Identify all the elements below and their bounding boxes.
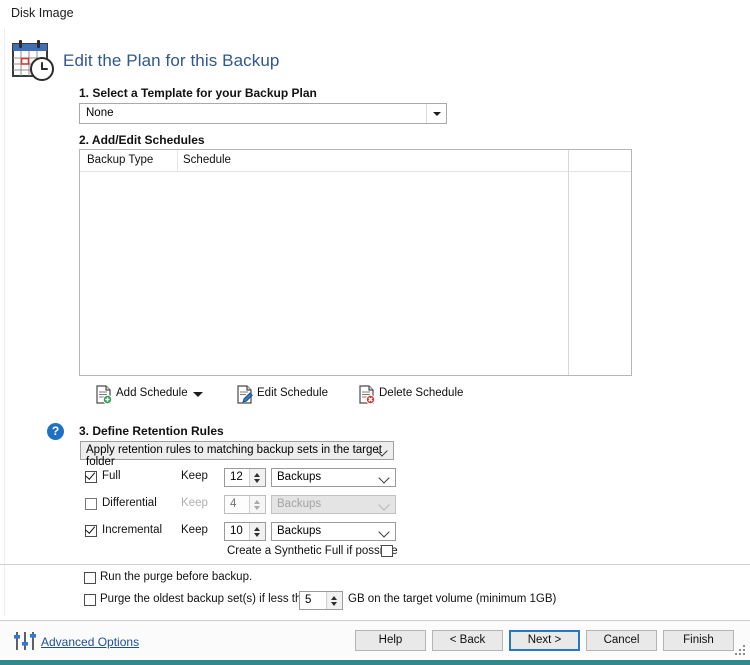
full-keep-label: Keep (181, 470, 208, 482)
document-add-icon (94, 385, 113, 405)
template-combobox[interactable]: None (79, 103, 447, 124)
column-header-backup-type[interactable]: Backup Type (87, 154, 153, 166)
question-mark-icon[interactable]: ? (47, 423, 64, 440)
differential-unit-value: Backups (277, 498, 322, 510)
triangle-down-icon (193, 392, 203, 397)
schedules-grid-body[interactable] (80, 172, 631, 375)
full-keep-spinner-buttons[interactable] (249, 469, 265, 486)
retention-scope-combobox[interactable]: Apply retention rules to matching backup… (80, 441, 394, 468)
back-button[interactable]: < Back (432, 630, 503, 651)
purge-oldest-label-after: GB on the target volume (minimum 1GB) (348, 593, 557, 605)
incremental-keep-value: 10 (230, 525, 243, 537)
incremental-unit-value: Backups (277, 525, 322, 537)
calendar-clock-icon (10, 38, 56, 82)
run-purge-before-backup-label: Run the purge before backup. (100, 571, 253, 583)
retention-rule-row-differential: Differential Keep 4 Backups (0, 495, 750, 517)
help-button[interactable]: Help (355, 630, 426, 651)
incremental-keep-stepper[interactable]: 10 (224, 522, 266, 541)
schedules-grid[interactable]: Backup Type Schedule (79, 149, 632, 376)
purge-threshold-spinner-buttons[interactable] (326, 592, 342, 609)
retention-rule-row-incremental: Incremental Keep 10 Backups (0, 522, 750, 544)
incremental-unit-combobox[interactable]: Backups (271, 522, 396, 541)
full-unit-combobox[interactable]: Backups (271, 468, 396, 487)
finish-button[interactable]: Finish (663, 630, 734, 651)
synthetic-full-checkbox[interactable] (381, 545, 393, 557)
full-keep-stepper[interactable]: 12 (224, 468, 266, 487)
synthetic-full-label: Create a Synthetic Full if possible (227, 545, 398, 557)
document-edit-icon (235, 385, 254, 404)
resize-grip[interactable] (735, 645, 747, 657)
chevron-down-icon[interactable] (378, 472, 390, 484)
triangle-down-icon[interactable] (426, 104, 446, 123)
incremental-checkbox[interactable] (84, 523, 97, 537)
full-unit-value: Backups (277, 471, 322, 483)
window-title: Disk Image (11, 6, 74, 20)
purge-threshold-stepper[interactable]: 5 (299, 591, 343, 610)
differential-unit-combobox: Backups (271, 495, 396, 514)
full-keep-value: 12 (230, 471, 243, 483)
differential-keep-value: 4 (230, 498, 237, 510)
run-purge-before-backup-checkbox[interactable] (84, 572, 96, 584)
chevron-down-icon (378, 499, 390, 511)
retention-scope-value: Apply retention rules to matching backup… (86, 444, 382, 468)
sliders-icon[interactable] (13, 631, 37, 651)
cancel-button[interactable]: Cancel (586, 630, 657, 651)
step3-heading: 3. Define Retention Rules (79, 424, 224, 438)
taskbar-strip (0, 660, 750, 665)
template-combobox-value: None (86, 107, 114, 119)
purge-oldest-checkbox[interactable] (84, 594, 96, 606)
incremental-label: Incremental (102, 524, 163, 536)
incremental-keep-spinner-buttons[interactable] (249, 523, 265, 540)
differential-keep-spinner-buttons (249, 496, 265, 513)
schedules-grid-header: Backup Type Schedule (80, 150, 631, 172)
advanced-options-link[interactable]: Advanced Options (41, 635, 139, 649)
purge-oldest-label-before: Purge the oldest backup set(s) if less t… (100, 593, 315, 605)
full-label: Full (102, 470, 121, 482)
column-divider[interactable] (177, 150, 178, 172)
edit-schedule-label: Edit Schedule (257, 387, 328, 399)
retention-rule-row-full: Full Keep 12 Backups (0, 468, 750, 490)
differential-keep-stepper: 4 (224, 495, 266, 514)
differential-checkbox[interactable] (85, 498, 97, 510)
column-header-schedule[interactable]: Schedule (183, 154, 231, 166)
full-checkbox[interactable] (84, 469, 97, 483)
add-schedule-label: Add Schedule (116, 387, 188, 399)
chevron-down-icon[interactable] (378, 526, 390, 538)
step2-heading: 2. Add/Edit Schedules (79, 133, 205, 147)
incremental-keep-label: Keep (181, 524, 208, 536)
step1-heading: 1. Select a Template for your Backup Pla… (79, 86, 317, 100)
next-button[interactable]: Next > (509, 630, 580, 651)
document-delete-icon (357, 385, 376, 405)
purge-threshold-value: 5 (305, 594, 312, 606)
page-title: Edit the Plan for this Backup (63, 51, 280, 70)
differential-keep-label: Keep (181, 497, 208, 509)
delete-schedule-label: Delete Schedule (379, 387, 464, 399)
section-divider (0, 564, 750, 565)
window-titlebar: Disk Image (0, 0, 750, 28)
differential-label: Differential (102, 497, 157, 509)
dialog-window: Disk Image Edit the Plan for this Backup… (0, 0, 750, 665)
